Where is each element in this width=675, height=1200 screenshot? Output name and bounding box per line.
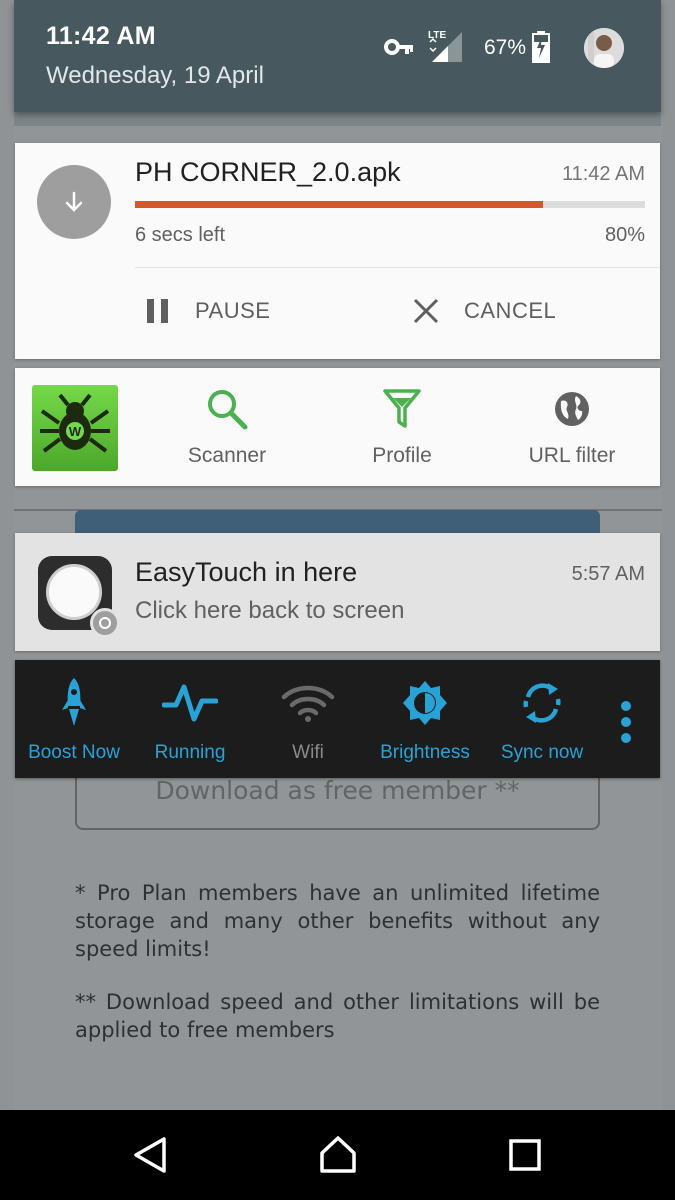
easytouch-timestamp: 5:57 AM xyxy=(571,563,645,585)
brightness-label: Brightness xyxy=(380,742,470,763)
download-progress-bar xyxy=(135,201,645,208)
wifi-button[interactable]: Wifi xyxy=(249,674,367,764)
date[interactable]: Wednesday, 19 April xyxy=(46,62,264,90)
scanner-label: Scanner xyxy=(187,444,267,467)
download-notification[interactable]: PH CORNER_2.0.apk 11:42 AM 6 secs left 8… xyxy=(15,143,660,359)
back-icon[interactable] xyxy=(132,1135,168,1175)
brightness-icon xyxy=(403,681,447,725)
sync-icon xyxy=(523,683,561,723)
download-arrow-icon xyxy=(65,191,83,212)
wifi-label: Wifi xyxy=(292,742,324,763)
url-filter-label: URL filter xyxy=(528,444,616,467)
user-avatar[interactable] xyxy=(584,28,624,68)
boost-now-label: Boost Now xyxy=(28,742,120,763)
sync-now-button[interactable]: Sync now xyxy=(483,674,601,764)
wifi-icon xyxy=(281,685,335,722)
clock: 11:42 AM xyxy=(46,22,156,50)
profile-label: Profile xyxy=(372,444,432,467)
magnifier-icon xyxy=(208,390,248,430)
scanner-button[interactable]: Scanner xyxy=(152,386,302,468)
easytouch-badge-icon xyxy=(90,608,120,638)
cancel-button[interactable]: CANCEL xyxy=(412,297,556,325)
download-app-icon xyxy=(37,165,111,239)
battery-percent: 67% xyxy=(484,36,527,59)
status-header[interactable]: 11:42 AM Wednesday, 19 April LTE 67% xyxy=(14,0,661,112)
background-note-free: ** Download speed and other limitations … xyxy=(75,990,600,1042)
close-icon xyxy=(413,298,439,324)
download-time-left: 6 secs left xyxy=(135,224,226,246)
running-button[interactable]: Running xyxy=(131,674,249,764)
recent-apps-icon[interactable] xyxy=(508,1135,542,1175)
filter-icon xyxy=(383,389,421,428)
globe-icon xyxy=(555,392,589,426)
easytouch-notification[interactable]: EasyTouch in here 5:57 AM Click here bac… xyxy=(15,533,660,651)
sync-now-label: Sync now xyxy=(500,742,584,763)
navigation-bar xyxy=(0,1110,675,1200)
rocket-icon xyxy=(62,678,86,726)
easytouch-subtitle: Click here back to screen xyxy=(135,597,405,624)
download-percent: 80% xyxy=(604,224,645,246)
pause-label: PAUSE xyxy=(195,298,271,323)
cancel-label: CANCEL xyxy=(464,298,557,323)
running-label: Running xyxy=(154,742,226,763)
download-action-divider xyxy=(135,267,660,268)
home-icon[interactable] xyxy=(318,1135,358,1175)
lte-signal-icon: LTE xyxy=(428,30,462,62)
more-vertical-icon[interactable] xyxy=(619,700,633,744)
background-note-pro: * Pro Plan members have an unlimited lif… xyxy=(75,881,600,961)
vpn-key-icon xyxy=(384,39,413,55)
boost-now-button[interactable]: Boost Now xyxy=(15,674,133,764)
easytouch-title: EasyTouch in here xyxy=(135,557,358,587)
lte-label: LTE xyxy=(428,30,446,41)
battery-charging-icon xyxy=(532,31,550,63)
security-app-notification[interactable]: W Scanner Profile URL filter xyxy=(15,368,660,486)
pause-button[interactable]: PAUSE xyxy=(145,297,270,325)
brightness-button[interactable]: Brightness xyxy=(366,674,484,764)
download-filename: PH CORNER_2.0.apk xyxy=(135,157,401,187)
background-download-label: Download as free member ** xyxy=(155,776,520,805)
spider-logo-icon: W xyxy=(40,393,110,453)
pulse-icon xyxy=(162,684,218,722)
profile-button[interactable]: Profile xyxy=(327,386,477,468)
user-portrait-icon xyxy=(584,28,624,68)
quick-toolbar-notification[interactable]: Boost Now Running Wifi Brightness Sync n… xyxy=(15,660,660,778)
header-shadow-strip xyxy=(14,112,661,126)
svg-text:W: W xyxy=(69,424,82,439)
security-app-logo[interactable]: W xyxy=(32,385,118,471)
url-filter-button[interactable]: URL filter xyxy=(497,386,647,468)
pause-icon xyxy=(147,299,168,323)
download-progress-fill xyxy=(135,201,543,208)
download-timestamp: 11:42 AM xyxy=(561,163,645,185)
